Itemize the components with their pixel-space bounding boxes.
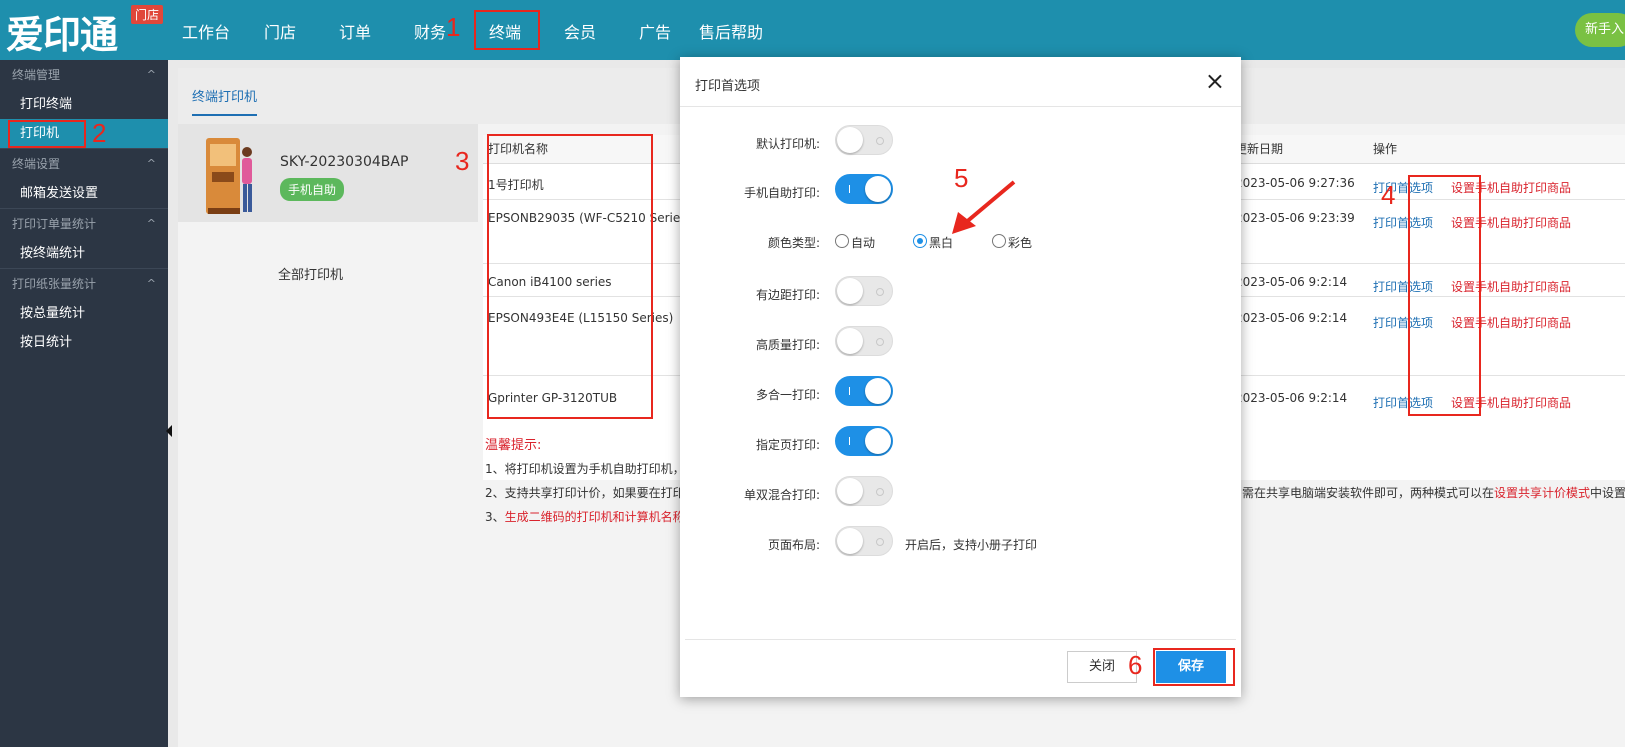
label-multi-in-one: 多合一打印: <box>755 388 820 402</box>
annotation-arrow-icon <box>952 180 1016 234</box>
mobile-self-print-toggle[interactable] <box>835 174 893 204</box>
label-duplex-mix: 单双混合打印: <box>743 488 820 502</box>
collapse-sidebar-icon[interactable] <box>166 425 172 437</box>
color-color-label: 彩色 <box>1008 236 1033 250</box>
label-page-range: 指定页打印: <box>755 438 820 452</box>
sidebar: 终端管理 ^ 打印终端 打印机 终端设置 ^ 邮箱发送设置 打印订单量统计 ^ 按终端… <box>0 60 168 747</box>
color-color-radio[interactable] <box>992 234 1006 248</box>
color-auto-radio[interactable] <box>835 234 849 248</box>
nav-orders[interactable]: 订单 <box>339 19 371 43</box>
annotation-box-nav-terminal <box>474 10 540 50</box>
top-navbar: 爱印通 门店 工作台 门店 订单 财务 终端 会员 广告 售后帮助 新手入门 <box>0 0 1625 60</box>
label-high-quality: 高质量打印: <box>755 338 820 352</box>
page-layout-hint: 开启后，支持小册子打印 <box>905 538 1038 552</box>
chevron-up-icon: ^ <box>146 217 156 230</box>
annotation-box-printer-names <box>487 134 653 419</box>
printer-date: 2023-05-06 9:2:14 <box>1235 311 1348 325</box>
col-header-ops: 操作 <box>1373 142 1398 156</box>
annotation-number-3: 3 <box>455 146 470 176</box>
nav-store[interactable]: 门店 <box>264 19 296 43</box>
label-margin-print: 有边距打印: <box>755 288 820 302</box>
sidebar-group-order-stats[interactable]: 打印订单量统计 ^ <box>0 209 168 239</box>
dialog-header: 打印首选项 × <box>680 57 1241 107</box>
duplex-mix-toggle[interactable] <box>835 476 893 506</box>
annotation-box-pref-links <box>1408 175 1481 416</box>
terminal-card[interactable]: SKY-20230304BAP 手机自助 <box>178 124 478 222</box>
sidebar-item-print-terminal[interactable]: 打印终端 <box>0 90 168 119</box>
sidebar-item-by-day[interactable]: 按日统计 <box>0 328 168 357</box>
col-header-date: 更新日期 <box>1235 142 1284 156</box>
chevron-up-icon: ^ <box>146 68 156 81</box>
label-color-type: 颜色类型: <box>767 236 820 250</box>
dialog-footer-divider <box>685 639 1236 640</box>
printer-date: 2023-05-06 9:27:36 <box>1235 176 1355 190</box>
tip-2-continued: 需在共享电脑端安装软件即可，两种模式可以在设置共享计价模式中设置。 <box>1242 486 1625 500</box>
tips-title: 温馨提示: <box>485 438 542 453</box>
page-range-toggle[interactable] <box>835 426 893 456</box>
store-badge: 门店 <box>131 5 164 24</box>
sidebar-item-by-total[interactable]: 按总量统计 <box>0 299 168 328</box>
high-quality-toggle[interactable] <box>835 326 893 356</box>
nav-members[interactable]: 会员 <box>564 19 596 43</box>
tab-terminal-printer[interactable]: 终端打印机 <box>192 86 258 116</box>
annotation-number-6: 6 <box>1128 650 1143 680</box>
color-bw-radio[interactable] <box>913 234 927 248</box>
chevron-up-icon: ^ <box>146 277 156 290</box>
sidebar-group-terminal-mgmt[interactable]: 终端管理 ^ <box>0 60 168 90</box>
printer-date: 2023-05-06 9:23:39 <box>1235 211 1355 225</box>
annotation-number-1: 1 <box>446 12 461 42</box>
sidebar-item-by-terminal[interactable]: 按终端统计 <box>0 239 168 268</box>
tip-3: 3、生成二维码的打印机和计算机名称 <box>485 510 685 524</box>
all-printers-link[interactable]: 全部打印机 <box>278 264 343 283</box>
annotation-box-printer <box>8 120 86 148</box>
app-logo: 爱印通 <box>6 13 118 57</box>
tip-2: 2、支持共享打印计价，如果要在打印 <box>485 486 685 500</box>
printer-date: 2023-05-06 9:2:14 <box>1235 275 1348 289</box>
mobile-self-badge: 手机自助 <box>280 178 345 201</box>
label-mobile-self-print: 手机自助打印: <box>743 186 820 200</box>
page-layout-toggle[interactable] <box>835 526 893 556</box>
color-auto-label: 自动 <box>851 236 876 250</box>
kiosk-icon <box>206 138 252 214</box>
label-default-printer: 默认打印机: <box>755 137 820 151</box>
close-button[interactable]: 关闭 <box>1067 651 1137 683</box>
share-pricing-mode-link[interactable]: 设置共享计价模式 <box>1494 486 1590 500</box>
label-page-layout: 页面布局: <box>767 538 820 552</box>
tip-1: 1、将打印机设置为手机自助打印机， <box>485 462 685 476</box>
sidebar-group-terminal-settings[interactable]: 终端设置 ^ <box>0 149 168 179</box>
dialog-title: 打印首选项 <box>695 79 761 94</box>
sidebar-group-paper-stats[interactable]: 打印纸张量统计 ^ <box>0 269 168 299</box>
chevron-up-icon: ^ <box>146 157 156 170</box>
annotation-box-save <box>1153 648 1235 686</box>
printer-date: 2023-05-06 9:2:14 <box>1235 391 1348 405</box>
nav-aftersales[interactable]: 售后帮助 <box>699 19 763 43</box>
default-printer-toggle[interactable] <box>835 125 893 155</box>
print-preferences-dialog: 打印首选项 × 默认打印机: 手机自助打印: 颜色类型: 自动 黑白 彩色 有边… <box>680 57 1241 697</box>
newbie-button[interactable]: 新手入门 <box>1575 13 1625 47</box>
sidebar-item-email-settings[interactable]: 邮箱发送设置 <box>0 179 168 208</box>
annotation-number-4: 4 <box>1381 180 1396 210</box>
color-bw-label: 黑白 <box>929 236 954 250</box>
margin-print-toggle[interactable] <box>835 276 893 306</box>
nav-finance[interactable]: 财务 <box>414 19 446 43</box>
annotation-number-2: 2 <box>92 118 107 148</box>
nav-workbench[interactable]: 工作台 <box>182 19 230 43</box>
close-icon[interactable]: × <box>1205 69 1225 93</box>
nav-ads[interactable]: 广告 <box>639 19 671 43</box>
terminal-name: SKY-20230304BAP <box>280 154 409 170</box>
multi-in-one-toggle[interactable] <box>835 376 893 406</box>
